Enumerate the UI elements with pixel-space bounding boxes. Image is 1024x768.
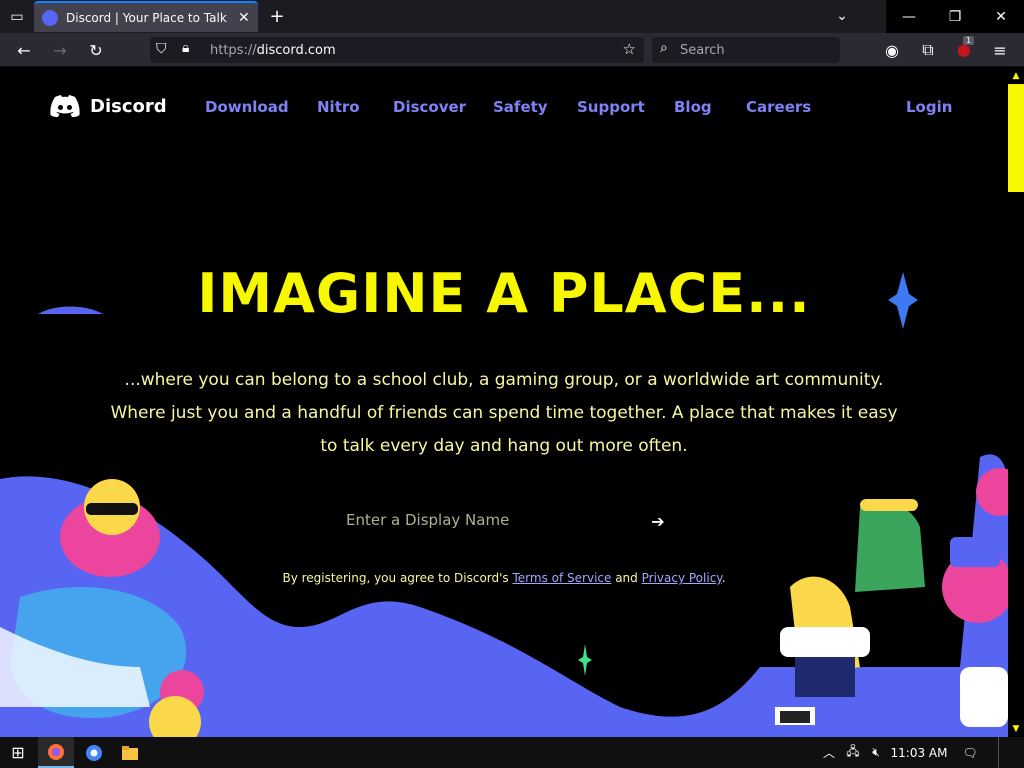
nav-link-careers[interactable]: Careers bbox=[746, 98, 811, 116]
account-icon[interactable]: ◉ bbox=[880, 38, 904, 62]
nav-link-nitro[interactable]: Nitro bbox=[317, 98, 360, 116]
url-domain: discord.com bbox=[256, 42, 336, 58]
network-icon[interactable]: 🖧︎ bbox=[842, 737, 864, 768]
bookmark-star-icon[interactable]: ☆ bbox=[623, 40, 636, 58]
hamburger-menu-icon[interactable]: ≡ bbox=[988, 38, 1012, 62]
logo-text: Discord bbox=[90, 95, 167, 117]
hero-title: IMAGINE A PLACE... bbox=[197, 262, 811, 325]
tab-list-menu-icon[interactable]: ▭ bbox=[6, 6, 28, 28]
folder-icon bbox=[122, 745, 138, 760]
restore-button[interactable]: ❐ bbox=[932, 0, 978, 33]
display-name-input[interactable] bbox=[330, 501, 680, 539]
nav-link-discover[interactable]: Discover bbox=[393, 98, 466, 116]
tab-discord[interactable]: Discord | Your Place to Talk and Hang Ou… bbox=[34, 1, 258, 32]
extension-badge: 1 bbox=[963, 36, 975, 45]
close-window-button[interactable]: ✕ bbox=[978, 0, 1024, 33]
scroll-down-arrow-icon[interactable]: ▼ bbox=[1010, 723, 1022, 735]
firefox-icon bbox=[48, 743, 64, 760]
taskbar: ⊞ ︿ 🖧︎ 🔇︎ 11:03 AM 🗨︎ bbox=[0, 737, 1024, 768]
legal-prefix: By registering, you agree to Discord's bbox=[282, 571, 513, 585]
submit-arrow-icon[interactable]: ➔ bbox=[648, 511, 668, 531]
tab-close-icon[interactable]: ✕ bbox=[238, 10, 250, 26]
url-text: https://discord.com bbox=[210, 43, 336, 58]
clock[interactable]: 11:03 AM bbox=[890, 737, 948, 768]
nav-link-download[interactable]: Download bbox=[205, 98, 289, 116]
list-all-tabs-chevron-icon[interactable]: ⌄ bbox=[832, 6, 852, 26]
discord-homepage: Discord Download Nitro Discover Safety S… bbox=[0, 67, 1008, 737]
show-hidden-icons-chevron-icon[interactable]: ︿ bbox=[818, 737, 840, 768]
chrome-icon bbox=[86, 744, 102, 761]
scroll-up-arrow-icon[interactable]: ▲ bbox=[1010, 70, 1022, 82]
terms-of-service-link[interactable]: Terms of Service bbox=[513, 571, 612, 585]
discord-logo-icon bbox=[50, 95, 80, 117]
privacy-policy-link[interactable]: Privacy Policy bbox=[642, 571, 722, 585]
volume-muted-icon[interactable]: 🔇︎ bbox=[864, 737, 888, 768]
url-protocol: https:// bbox=[210, 42, 257, 58]
search-input[interactable]: ⌕ Search bbox=[652, 37, 840, 63]
discord-logo[interactable]: Discord bbox=[50, 95, 167, 117]
address-bar[interactable]: ⛉ 🔒︎ https://discord.com ☆ bbox=[150, 37, 644, 63]
forward-arrow-icon[interactable]: → bbox=[48, 38, 72, 62]
search-placeholder: Search bbox=[680, 42, 725, 58]
extensions-puzzle-icon[interactable]: ⧉ bbox=[916, 38, 940, 62]
taskbar-file-explorer-icon[interactable] bbox=[112, 737, 148, 768]
tab-bar: ▭ Discord | Your Place to Talk and Hang … bbox=[0, 0, 1024, 33]
back-arrow-icon[interactable]: ← bbox=[12, 38, 36, 62]
login-button[interactable]: Login bbox=[906, 98, 952, 116]
new-tab-button[interactable]: + bbox=[266, 5, 288, 27]
nav-link-blog[interactable]: Blog bbox=[674, 98, 712, 116]
lock-icon[interactable]: 🔒︎ bbox=[182, 40, 189, 56]
legal-suffix: . bbox=[721, 571, 726, 585]
action-center-notification-icon[interactable]: 🗨︎ bbox=[956, 737, 984, 768]
navigation-toolbar: ← → ↻ ⛉ 🔒︎ https://discord.com ☆ ⌕ Searc… bbox=[0, 33, 1024, 67]
reload-icon[interactable]: ↻ bbox=[84, 38, 108, 62]
hero-subtitle: ...where you can belong to a school club… bbox=[110, 370, 898, 456]
nav-link-safety[interactable]: Safety bbox=[493, 98, 548, 116]
show-desktop-button[interactable] bbox=[998, 737, 1024, 768]
tab-title: Discord | Your Place to Talk and Hang Ou… bbox=[66, 10, 230, 25]
minimize-button[interactable]: — bbox=[886, 0, 932, 33]
legal-and: and bbox=[611, 571, 642, 585]
scrollbar-thumb[interactable] bbox=[1008, 84, 1024, 192]
taskbar-chrome-icon[interactable] bbox=[76, 737, 112, 768]
nav-link-support[interactable]: Support bbox=[577, 98, 645, 116]
discord-favicon-icon bbox=[42, 9, 58, 26]
shield-icon[interactable]: ⛉ bbox=[156, 41, 167, 57]
start-windows-icon[interactable]: ⊞ bbox=[0, 737, 36, 768]
taskbar-firefox-icon[interactable] bbox=[38, 737, 74, 768]
legal-notice: By registering, you agree to Discord's T… bbox=[0, 571, 1008, 585]
search-icon: ⌕ bbox=[660, 40, 668, 56]
